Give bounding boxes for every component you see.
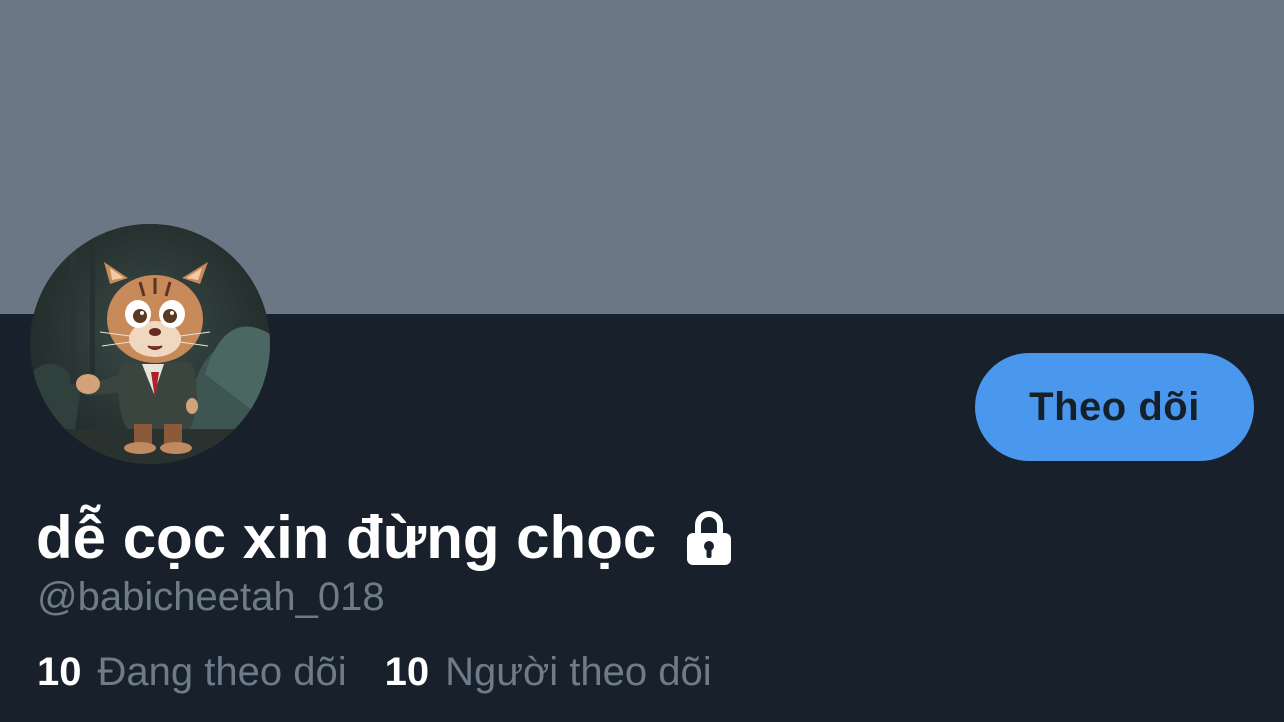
followers-count: 10 xyxy=(384,650,430,694)
following-count: 10 xyxy=(37,650,82,694)
lock-icon xyxy=(684,509,734,567)
follow-button[interactable]: Theo dõi xyxy=(975,353,1254,461)
profile-page: Theo dõi dễ cọc xin đừng chọc @babicheet… xyxy=(0,0,1284,722)
followers-label: Người theo dõi xyxy=(445,650,712,694)
display-name: dễ cọc xin đừng chọc xyxy=(36,504,657,571)
profile-stats: 10 Đang theo dõi 10 Người theo dõi xyxy=(37,646,712,698)
profile-name-row: dễ cọc xin đừng chọc xyxy=(36,498,734,578)
avatar-image xyxy=(30,224,270,464)
following-stat[interactable]: 10 Đang theo dõi xyxy=(37,646,347,698)
followers-stat[interactable]: 10 Người theo dõi xyxy=(385,646,712,698)
profile-handle: @babicheetah_018 xyxy=(37,575,385,619)
following-label: Đang theo dõi xyxy=(97,650,347,694)
profile-avatar[interactable] xyxy=(30,224,270,464)
